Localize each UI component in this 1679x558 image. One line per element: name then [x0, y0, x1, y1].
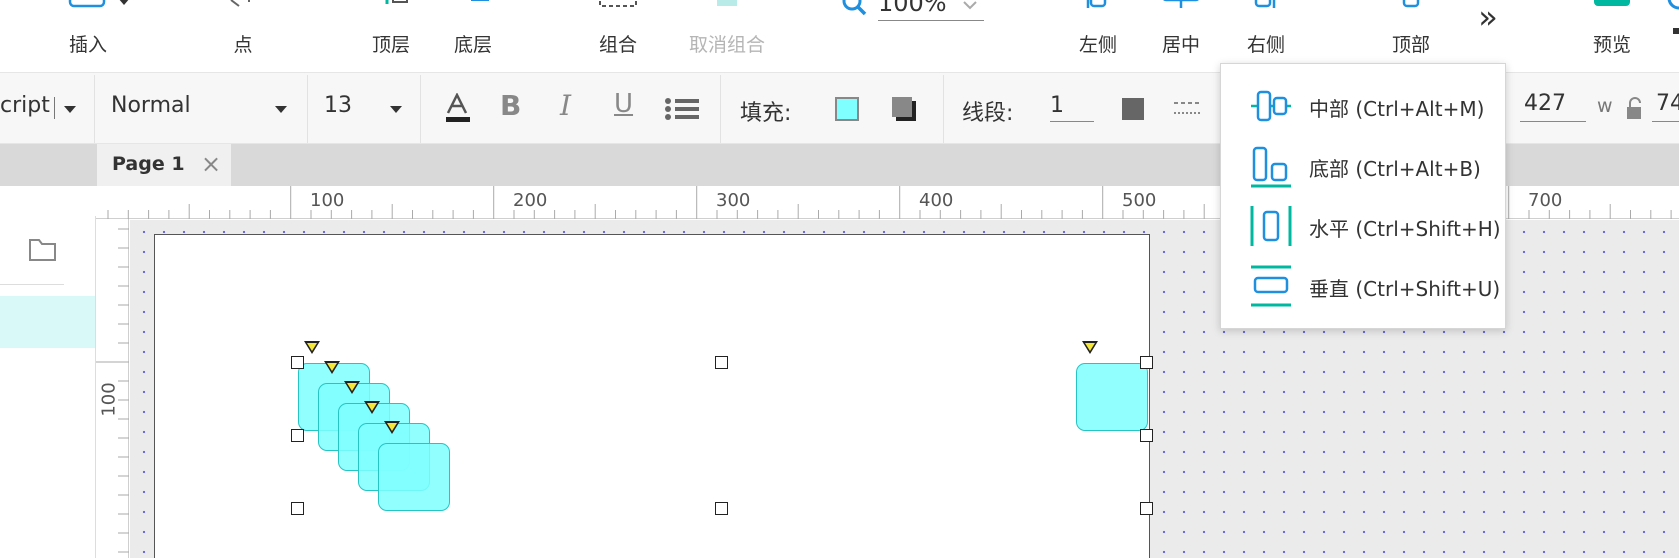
- resize-handle-bottom[interactable]: [715, 502, 728, 515]
- preview-button[interactable]: 预览: [1584, 0, 1640, 72]
- resize-handle-left[interactable]: [291, 429, 304, 442]
- left-sidebar: [0, 216, 96, 558]
- group-button[interactable]: 组合: [584, 0, 652, 72]
- align-right-icon: [1254, 0, 1276, 8]
- group-icon: [599, 0, 637, 7]
- lock-icon[interactable]: [1624, 97, 1646, 121]
- send-to-back-icon: [471, 0, 489, 1]
- bottom-layer-button[interactable]: 底层: [440, 0, 506, 72]
- text-color-icon[interactable]: [444, 93, 474, 125]
- ruler-label: 500: [1122, 190, 1157, 211]
- zoom-value: 100%: [878, 0, 947, 17]
- resize-handle-top-right[interactable]: [1140, 356, 1153, 369]
- resize-handle-top[interactable]: [715, 356, 728, 369]
- resize-handle-right[interactable]: [1140, 429, 1153, 442]
- tab-page-1[interactable]: Page 1 ×: [97, 144, 231, 186]
- menu-item-align-middle[interactable]: 中部 (Ctrl+Alt+M): [1221, 76, 1505, 136]
- ruler-label: 700: [1528, 190, 1563, 211]
- ungroup-button[interactable]: 取消组合: [670, 0, 784, 72]
- list-icon[interactable]: [664, 97, 700, 121]
- folder-icon[interactable]: [28, 236, 58, 262]
- ruler-label: 200: [513, 190, 548, 211]
- more-tools-button[interactable]: »: [1470, 0, 1506, 36]
- corner-adjust-handle[interactable]: [344, 381, 360, 394]
- distribute-horizontal-icon: [1250, 206, 1292, 246]
- align-left-button[interactable]: 左侧: [1072, 0, 1124, 72]
- align-top-button[interactable]: 顶部: [1383, 0, 1439, 72]
- fill-label: 填充:: [740, 101, 792, 126]
- menu-item-distribute-vertical[interactable]: 垂直 (Ctrl+Shift+U): [1221, 256, 1505, 316]
- preview-icon: [1594, 0, 1630, 6]
- ungroup-icon: [717, 0, 737, 6]
- corner-adjust-handle[interactable]: [304, 341, 320, 354]
- insert-icon: [68, 0, 129, 8]
- stroke-label: 线段:: [962, 101, 1014, 126]
- underline-icon[interactable]: U: [614, 89, 633, 119]
- menu-item-align-bottom[interactable]: 底部 (Ctrl+Alt+B): [1221, 136, 1505, 196]
- zoom-control[interactable]: 100%: [838, 0, 984, 24]
- text-style-select[interactable]: Normal: [95, 73, 307, 143]
- x-position-input[interactable]: 427: [1520, 87, 1590, 123]
- chevron-down-icon: [64, 106, 76, 113]
- width-label: w: [1597, 95, 1613, 117]
- align-right-button[interactable]: 右侧: [1240, 0, 1292, 72]
- menu-item-distribute-horizontal[interactable]: 水平 (Ctrl+Shift+H): [1221, 196, 1505, 256]
- stroke-color-swatch[interactable]: [1122, 98, 1144, 120]
- sidebar-selected-item[interactable]: [0, 296, 95, 348]
- italic-icon[interactable]: I: [560, 89, 571, 122]
- bring-to-front-icon: [385, 0, 408, 4]
- shadow-icon[interactable]: [890, 95, 920, 125]
- tab-close-icon[interactable]: ×: [201, 150, 221, 178]
- chevron-down-icon: [275, 106, 287, 113]
- corner-adjust-handle[interactable]: [1082, 341, 1098, 354]
- font-size-select[interactable]: 13: [308, 73, 420, 143]
- point-button[interactable]: 点: [210, 0, 276, 72]
- top-layer-button[interactable]: 顶层: [358, 0, 424, 72]
- rounded-square-shape[interactable]: [378, 443, 450, 511]
- zoom-dropdown-icon: [963, 1, 977, 10]
- align-left-icon: [1086, 0, 1107, 8]
- stroke-width-input[interactable]: 1: [1050, 89, 1094, 123]
- font-size-value: 13: [324, 93, 352, 118]
- zoom-icon: [842, 0, 867, 16]
- align-center-button[interactable]: 居中: [1155, 0, 1207, 72]
- rounded-square-shape[interactable]: [1076, 363, 1148, 431]
- script-value: cript: [0, 93, 50, 118]
- chevron-down-icon: [390, 106, 402, 113]
- distribute-vertical-icon: [1251, 265, 1291, 307]
- text-style-value: Normal: [111, 93, 191, 118]
- resize-handle-top-left[interactable]: [291, 356, 304, 369]
- corner-adjust-handle[interactable]: [324, 361, 340, 374]
- script-select[interactable]: cript: [0, 73, 94, 143]
- main-toolbar: 插入 点 顶层 底层 组合 取消组合 100% 左侧 居中 右侧 顶部 » 预览: [0, 0, 1679, 72]
- bold-icon[interactable]: B: [500, 89, 521, 122]
- ruler-label: 100: [310, 190, 345, 211]
- align-center-icon: [1162, 0, 1200, 8]
- corner-adjust-handle[interactable]: [384, 421, 400, 434]
- point-icon: [230, 0, 250, 7]
- corner-adjust-handle[interactable]: [364, 401, 380, 414]
- width-input[interactable]: 74: [1652, 87, 1679, 123]
- next-tool-icon[interactable]: [1665, 0, 1679, 36]
- insert-button[interactable]: 插入: [52, 0, 129, 72]
- align-top-icon: [1402, 0, 1420, 8]
- ruler-label: 400: [919, 190, 954, 211]
- ruler-label: 100: [98, 382, 120, 417]
- stroke-style-icon[interactable]: [1174, 99, 1204, 119]
- resize-handle-bottom-left[interactable]: [291, 502, 304, 515]
- vertical-ruler: 100: [96, 219, 129, 558]
- align-middle-icon: [1251, 90, 1291, 122]
- align-dropdown-menu: 中部 (Ctrl+Alt+M) 底部 (Ctrl+Alt+B) 水平 (Ctrl…: [1220, 63, 1506, 329]
- tab-label: Page 1: [112, 153, 185, 175]
- resize-handle-bottom-right[interactable]: [1140, 502, 1153, 515]
- fill-color-swatch[interactable]: [835, 97, 859, 121]
- ruler-label: 300: [716, 190, 751, 211]
- align-bottom-icon: [1251, 146, 1291, 188]
